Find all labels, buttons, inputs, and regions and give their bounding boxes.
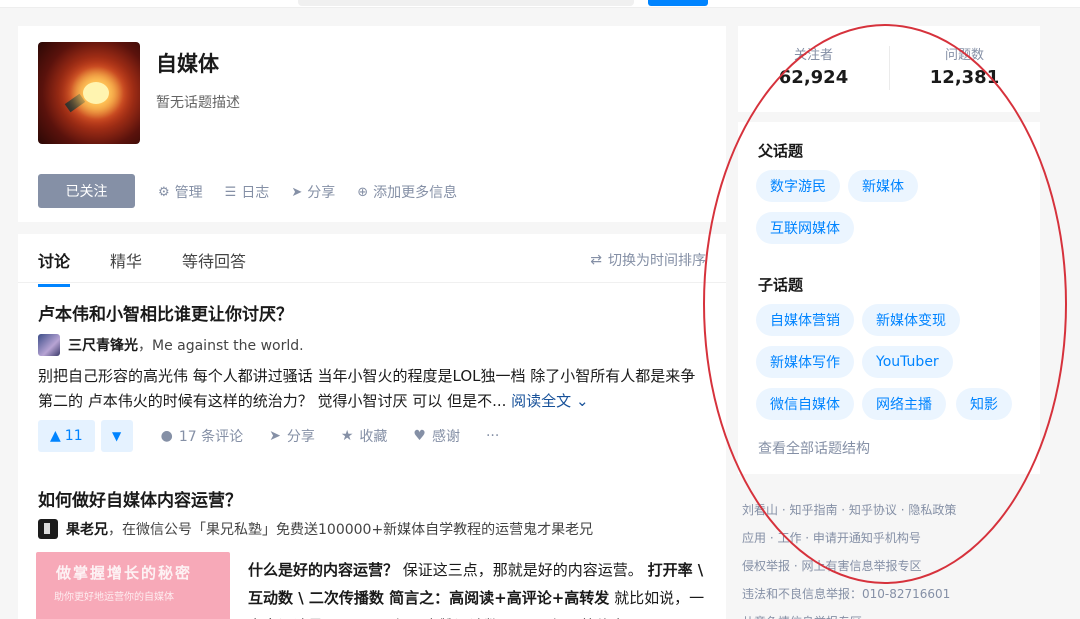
topic-description: 暂无话题描述: [156, 95, 240, 111]
topic-tag[interactable]: 自媒体营销: [756, 304, 854, 336]
answer-excerpt[interactable]: 什么是好的内容运营？ 保证这三点，那就是好的内容运营。 打开率 \ 互动数 \ …: [248, 556, 708, 619]
footer-links[interactable]: 刘看山 · 知乎指南 · 知乎协议 · 隐私政策: [742, 496, 1042, 524]
topic-tag[interactable]: YouTuber: [862, 346, 953, 378]
questions-count: 12,381: [929, 67, 1000, 88]
topic-tag[interactable]: 网络主播: [862, 388, 946, 420]
heart-icon: ♥: [413, 428, 426, 444]
top-nav-bar: [0, 0, 1080, 8]
gear-icon: ⚙: [158, 184, 170, 200]
questions-stat[interactable]: 问题数 12,381: [889, 44, 1040, 88]
star-icon: ★: [340, 428, 354, 444]
manage-label: 管理: [174, 185, 203, 201]
author-bio: ，在微信公号「果兄私塾」免费送100000+新媒体自学教程的运营鬼才果老兄: [108, 522, 594, 538]
footer-links[interactable]: 侵权举报 · 网上有害信息举报专区: [742, 552, 1042, 580]
log-button[interactable]: ☰ 日志: [225, 182, 270, 202]
followers-label: 关注者: [793, 48, 833, 63]
answer-action-bar: ▲ 11 ▼ ● 17 条评论 ➤ 分享 ★ 收藏 ♥ 感谢 ···: [38, 420, 499, 452]
excerpt-bold: 什么是好的内容运营？: [248, 561, 399, 579]
answer-thumbnail[interactable]: 做掌握增长的秘密 助你更好地运营你的自媒体: [36, 552, 230, 619]
share-button[interactable]: ➤ 分享: [291, 182, 335, 202]
author-name[interactable]: 果老兄: [66, 522, 108, 538]
topic-tag[interactable]: 微信自媒体: [756, 388, 854, 420]
author-bio: ，Me against the world.: [138, 338, 304, 354]
topic-actions: ⚙ 管理 ☰ 日志 ➤ 分享 ⊕ 添加更多信息: [158, 182, 457, 202]
questions-label: 问题数: [944, 48, 984, 63]
plus-circle-icon: ⊕: [357, 184, 369, 200]
question-title[interactable]: 卢本伟和小智相比谁更让你讨厌？: [38, 300, 293, 325]
footer-links[interactable]: 应用 · 工作 · 申请开通知乎机构号: [742, 524, 1042, 552]
thanks-button[interactable]: ♥ 感谢: [413, 426, 460, 446]
share-answer-button[interactable]: ➤ 分享: [269, 426, 315, 446]
upvote-count: 11: [64, 428, 83, 444]
child-topics-heading: 子话题: [758, 276, 804, 294]
topic-tag[interactable]: 新媒体变现: [862, 304, 960, 336]
manage-button[interactable]: ⚙ 管理: [158, 182, 203, 202]
avatar[interactable]: [38, 519, 58, 539]
divider: [18, 282, 726, 283]
author-name[interactable]: 三尺青锋光: [68, 338, 138, 354]
follow-button[interactable]: 已关注: [38, 174, 135, 208]
ask-button[interactable]: [648, 0, 708, 6]
thumbnail-text: 做掌握增长的秘密: [56, 564, 193, 582]
topic-tag[interactable]: 新媒体写作: [756, 346, 854, 378]
topic-tag[interactable]: 知影: [956, 388, 1012, 420]
log-label: 日志: [241, 185, 270, 201]
search-input[interactable]: [298, 0, 634, 6]
collect-button[interactable]: ★ 收藏: [341, 426, 388, 446]
share-label: 分享: [307, 185, 336, 201]
footer-links[interactable]: 儿童色情信息举报专区: [742, 608, 1042, 619]
parent-topics-heading: 父话题: [758, 142, 804, 160]
comments-button[interactable]: ● 17 条评论: [161, 426, 243, 446]
feed-card: 讨论 精华 等待回答 ⇄ 切换为时间排序 卢本伟和小智相比谁更让你讨厌？ 三尺青…: [18, 234, 726, 619]
topic-tag[interactable]: 新媒体: [848, 170, 918, 202]
share-icon: ➤: [291, 184, 303, 200]
downvote-button[interactable]: ▼: [100, 420, 133, 452]
excerpt-text: 别把自己形容的高光伟 每个人都讲过骚话 当年小智火的程度是LOL独一档 除了小智…: [38, 367, 696, 410]
followers-count: 62,924: [778, 67, 849, 88]
topic-tag[interactable]: 数字游民: [756, 170, 840, 202]
topic-stats-card: 关注者 62,924 问题数 12,381: [738, 26, 1040, 112]
share-icon: ➤: [269, 428, 281, 444]
answer-excerpt[interactable]: 别把自己形容的高光伟 每个人都讲过骚话 当年小智火的程度是LOL独一档 除了小智…: [38, 364, 708, 414]
upvote-button[interactable]: ▲ 11: [38, 420, 95, 452]
question-title[interactable]: 如何做好自媒体内容运营？: [38, 486, 242, 511]
topic-avatar: [38, 42, 140, 144]
related-topics-card: 父话题 数字游民 新媒体 互联网媒体 子话题 自媒体营销 新媒体变现 新媒体写作…: [738, 122, 1040, 474]
avatar[interactable]: [38, 334, 60, 356]
read-more-link[interactable]: 阅读全文 ⌄: [511, 392, 588, 410]
author-info: 果老兄，在微信公号「果兄私塾」免费送100000+新媒体自学教程的运营鬼才果老兄: [38, 519, 593, 539]
author-info: 三尺青锋光，Me against the world.: [38, 334, 304, 356]
more-button[interactable]: ···: [486, 426, 499, 446]
sort-label: 切换为时间排序: [608, 253, 706, 269]
all-topics-link[interactable]: 查看全部话题结构: [758, 438, 870, 458]
site-footer: 刘看山 · 知乎指南 · 知乎协议 · 隐私政策 应用 · 工作 · 申请开通知…: [742, 496, 1042, 619]
triangle-down-icon: ▼: [111, 429, 122, 443]
share-label: 分享: [286, 429, 315, 445]
topic-header-card: 自媒体 暂无话题描述 已关注 ⚙ 管理 ☰ 日志 ➤ 分享 ⊕ 添加更多信息: [18, 26, 726, 222]
sort-toggle[interactable]: ⇄ 切换为时间排序: [590, 250, 706, 270]
topic-title: 自媒体: [156, 52, 219, 76]
triangle-up-icon: ▲: [50, 428, 61, 444]
add-info-label: 添加更多信息: [373, 185, 458, 201]
thumbnail-subtext: 助你更好地运营你的自媒体: [54, 592, 174, 603]
comment-icon: ●: [160, 428, 173, 444]
topic-tag[interactable]: 互联网媒体: [756, 212, 854, 244]
list-icon: ☰: [224, 184, 237, 200]
add-info-button[interactable]: ⊕ 添加更多信息: [357, 182, 457, 202]
thanks-label: 感谢: [431, 429, 460, 445]
swap-icon: ⇄: [590, 252, 602, 268]
comments-label: 17 条评论: [178, 429, 244, 445]
followers-stat[interactable]: 关注者 62,924: [738, 44, 889, 88]
collect-label: 收藏: [359, 429, 388, 445]
excerpt-text: 保证这三点，那就是好的内容运营。: [398, 561, 643, 579]
footer-links[interactable]: 违法和不良信息举报：010-82716601: [742, 580, 1042, 608]
